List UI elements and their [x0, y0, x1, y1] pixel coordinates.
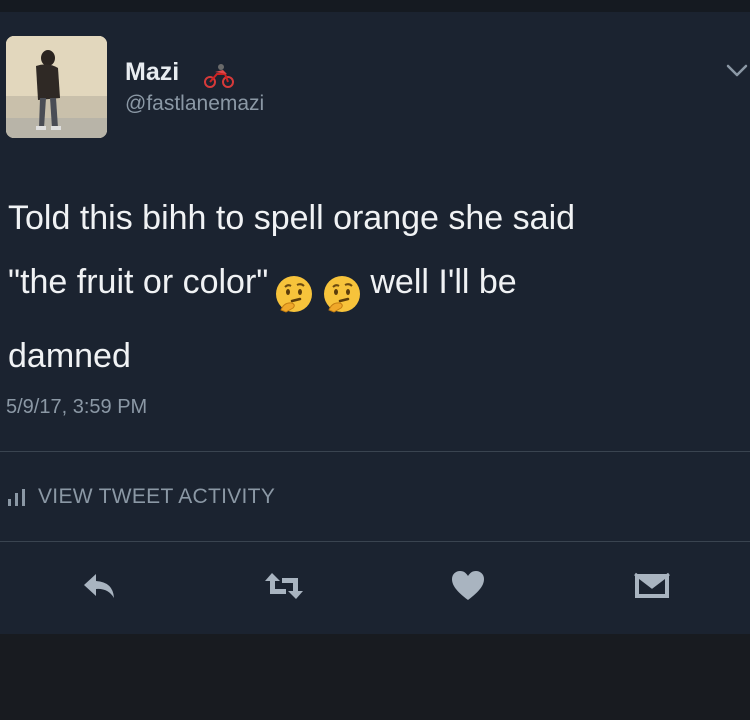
reply-button[interactable]: [78, 566, 122, 606]
author-name[interactable]: Mazi: [125, 58, 179, 87]
avatar[interactable]: [6, 36, 107, 138]
view-tweet-activity-link[interactable]: VIEW TWEET ACTIVITY: [6, 482, 275, 512]
retweet-icon: [265, 573, 303, 599]
tweet-text-line: Told this bihh to spell orange she said: [8, 199, 576, 237]
bar-chart-icon: [8, 489, 25, 506]
tweet-text-line: "the fruit or color" well I'll be: [8, 250, 728, 324]
envelope-icon: [634, 572, 670, 598]
thinking-face-emoji-icon: [276, 276, 313, 313]
thinking-face-emoji-icon: [324, 276, 361, 313]
top-bar: [0, 0, 750, 12]
divider: [0, 451, 750, 452]
retweet-button[interactable]: [262, 566, 306, 606]
direct-message-button[interactable]: [630, 566, 674, 606]
tweet-text-quote: "the fruit or color": [8, 263, 269, 301]
divider: [0, 541, 750, 542]
tweet-text-line: damned: [8, 337, 131, 375]
like-button[interactable]: [446, 566, 490, 606]
motorcycle-emoji-icon: [203, 62, 235, 90]
author-handle[interactable]: @fastlanemazi: [125, 92, 264, 116]
chevron-down-icon[interactable]: [724, 62, 750, 80]
tweet-text: Told this bihh to spell orange she said …: [8, 186, 728, 388]
heart-icon: [452, 571, 484, 600]
tweet-timestamp[interactable]: 5/9/17, 3:59 PM: [6, 396, 147, 419]
tweet-text-tail: well I'll be: [370, 263, 517, 301]
view-tweet-activity-label: VIEW TWEET ACTIVITY: [38, 485, 276, 508]
thinking-emoji-group: [272, 260, 364, 324]
bottom-bar: [0, 634, 750, 720]
reply-icon: [84, 574, 114, 598]
